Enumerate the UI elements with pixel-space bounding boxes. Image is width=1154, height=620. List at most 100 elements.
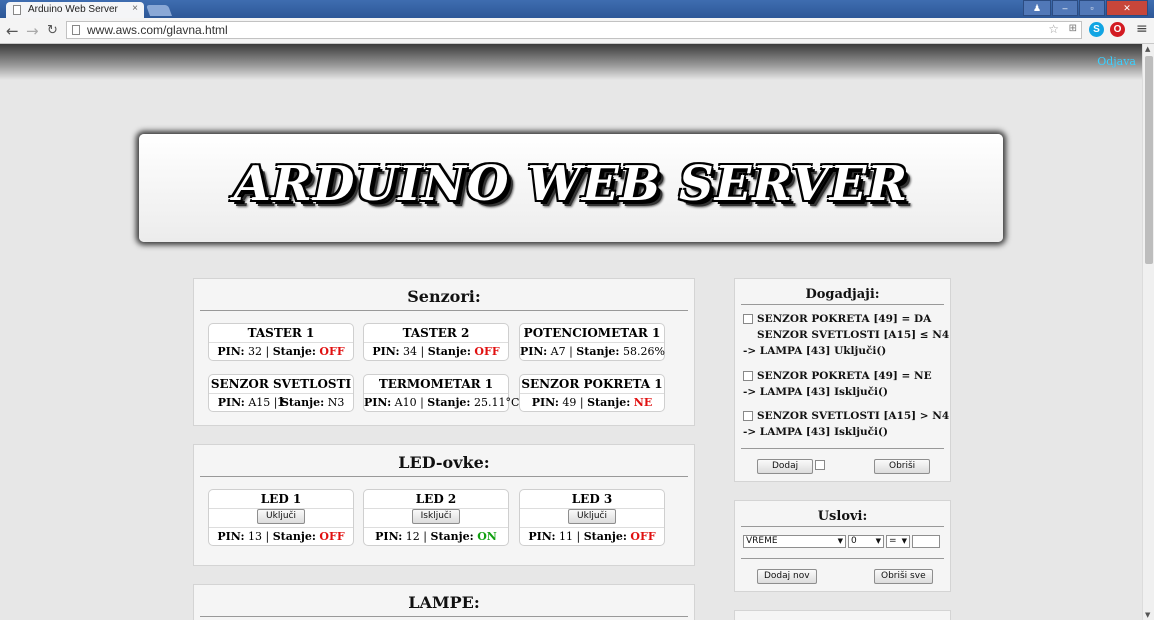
- page-viewport: Odjava ARDUINO WEB SERVER Senzori: TASTE…: [0, 44, 1142, 620]
- dropdown-arrow-icon: ▼: [901, 537, 907, 545]
- tab-title: Arduino Web Server: [28, 4, 118, 15]
- sensor-name: POTENCIOMETAR 1: [520, 324, 664, 343]
- window-controls: ♟ – ▫ ✕: [1023, 0, 1148, 16]
- select-all-checkbox[interactable]: [815, 460, 825, 470]
- scroll-up-icon[interactable]: ▲: [1145, 45, 1150, 53]
- lamps-panel: LAMPE:: [193, 584, 695, 620]
- sensor-info: PIN: A15 | Stanje: N3: [217, 396, 345, 409]
- delete-all-conditions-button[interactable]: Obriši sve: [874, 569, 933, 584]
- sensor-state: NE: [633, 396, 653, 409]
- led-name: LED 2: [364, 490, 508, 509]
- add-event-button[interactable]: Dodaj: [757, 459, 814, 474]
- sensor-state: N3: [327, 396, 345, 409]
- address-bar[interactable]: www.aws.com/glavna.html ☆ ⊞: [66, 21, 1082, 39]
- led-toggle-button[interactable]: Isključi: [411, 509, 461, 524]
- leds-panel: LED-ovke: LED 1 Uključi PIN: 13 | Stanje…: [193, 444, 695, 566]
- url-text: www.aws.com/glavna.html: [87, 23, 228, 37]
- led-state: ON: [477, 530, 497, 543]
- sensor-name: SENZOR POKRETA 1: [520, 375, 664, 394]
- led-toggle-button[interactable]: Uključi: [568, 509, 616, 524]
- sensor-state: 25.11°C: [474, 396, 520, 409]
- event-checkbox[interactable]: [743, 314, 753, 324]
- event-item: SENZOR POKRETA [49] = DA SENZOR SVETLOST…: [743, 313, 950, 357]
- sensor-name: TASTER 2: [364, 324, 508, 343]
- led-state: OFF: [630, 530, 656, 543]
- divider: [741, 448, 944, 449]
- conditions-title: Uslovi:: [741, 509, 944, 527]
- sensor-info: PIN: A10 | Stanje: 25.11°C: [364, 396, 520, 409]
- reload-icon[interactable]: ↻: [47, 23, 58, 38]
- led-card: LED 3 Uključi PIN: 11 | Stanje: OFF: [519, 489, 665, 546]
- browser-toolbar: ← → ↻ www.aws.com/glavna.html ☆ ⊞ S O ≡: [0, 18, 1154, 44]
- led-info: PIN: 13 | Stanje: OFF: [217, 530, 345, 543]
- window-titlebar: Arduino Web Server × ♟ – ▫ ✕: [0, 0, 1154, 18]
- sensor-state: OFF: [319, 345, 345, 358]
- restore-button[interactable]: ▫: [1079, 0, 1105, 16]
- condition-type-select[interactable]: VREME ▼: [743, 535, 846, 548]
- led-info: PIN: 11 | Stanje: OFF: [528, 530, 656, 543]
- forward-icon[interactable]: →: [26, 22, 39, 40]
- sensor-name: TASTER 1: [209, 324, 353, 343]
- banner-title: ARDUINO WEB SERVER: [233, 156, 909, 212]
- sensor-card: TERMOMETAR 1 PIN: A10 | Stanje: 25.11°C: [363, 374, 520, 412]
- sensor-info: PIN: A7 | Stanje: 58.26%: [520, 345, 665, 358]
- led-info: PIN: 12 | Stanje: ON: [375, 530, 497, 543]
- opera-icon[interactable]: O: [1110, 22, 1125, 37]
- sensor-card: SENZOR POKRETA 1 PIN: 49 | Stanje: NE: [519, 374, 665, 412]
- condition-input[interactable]: [912, 535, 940, 548]
- sensors-title: Senzori:: [200, 287, 688, 311]
- leds-title: LED-ovke:: [200, 453, 688, 477]
- divider: [741, 558, 944, 559]
- condition-operator-select[interactable]: = ▼: [886, 535, 910, 548]
- back-icon[interactable]: ←: [6, 22, 19, 40]
- close-tab-icon[interactable]: ×: [132, 3, 138, 14]
- scroll-thumb[interactable]: [1145, 56, 1153, 264]
- led-card: LED 2 Isključi PIN: 12 | Stanje: ON: [363, 489, 509, 546]
- sensor-card: TASTER 1 PIN: 32 | Stanje: OFF: [208, 323, 354, 361]
- page-icon: [13, 5, 21, 15]
- bookmark-star-icon[interactable]: ☆: [1048, 22, 1059, 36]
- lamps-title: LAMPE:: [200, 593, 688, 617]
- dropdown-arrow-icon: ▼: [875, 537, 881, 545]
- next-panel: [734, 610, 951, 620]
- sensor-state: 58.26%: [623, 345, 665, 358]
- event-checkbox[interactable]: [743, 371, 753, 381]
- sensors-panel: Senzori: TASTER 1 PIN: 32 | Stanje: OFF …: [193, 278, 695, 426]
- led-toggle-button[interactable]: Uključi: [257, 509, 305, 524]
- top-band: [0, 44, 1142, 80]
- skype-icon[interactable]: S: [1089, 22, 1104, 37]
- profile-icon[interactable]: ♟: [1023, 0, 1051, 16]
- sensor-info: PIN: 49 | Stanje: NE: [531, 396, 653, 409]
- add-condition-button[interactable]: Dodaj nov: [757, 569, 817, 584]
- delete-event-button[interactable]: Obriši: [874, 459, 931, 474]
- event-item: SENZOR POKRETA [49] = NE -> LAMPA [43] I…: [743, 370, 932, 398]
- sensor-card: SENZOR SVETLOSTI 1 PIN: A15 | Stanje: N3: [208, 374, 354, 412]
- vertical-scrollbar[interactable]: ▲ ▼: [1142, 44, 1154, 620]
- browser-tab[interactable]: Arduino Web Server ×: [6, 2, 144, 18]
- close-window-button[interactable]: ✕: [1106, 0, 1148, 16]
- logout-link[interactable]: Odjava: [1097, 55, 1136, 68]
- minimize-button[interactable]: –: [1052, 0, 1078, 16]
- events-title: Dogadjaji:: [741, 287, 944, 305]
- events-panel: Dogadjaji: SENZOR POKRETA [49] = DA SENZ…: [734, 278, 951, 482]
- banner: ARDUINO WEB SERVER: [139, 134, 1003, 242]
- led-name: LED 1: [209, 490, 353, 509]
- led-card: LED 1 Uključi PIN: 13 | Stanje: OFF: [208, 489, 354, 546]
- page-icon: [72, 25, 80, 35]
- event-checkbox[interactable]: [743, 411, 753, 421]
- sensor-card: TASTER 2 PIN: 34 | Stanje: OFF: [363, 323, 509, 361]
- led-name: LED 3: [520, 490, 664, 509]
- sensor-info: PIN: 32 | Stanje: OFF: [217, 345, 345, 358]
- new-tab-button[interactable]: [145, 5, 173, 16]
- translate-icon[interactable]: ⊞: [1069, 23, 1077, 34]
- conditions-panel: Uslovi: VREME ▼ 0 ▼ = ▼ Dodaj nov Obriši sv…: [734, 500, 951, 592]
- condition-value-select[interactable]: 0 ▼: [848, 535, 884, 548]
- sensor-name: SENZOR SVETLOSTI 1: [209, 377, 353, 409]
- scroll-down-icon[interactable]: ▼: [1145, 611, 1150, 619]
- sensor-info: PIN: 34 | Stanje: OFF: [372, 345, 500, 358]
- dropdown-arrow-icon: ▼: [837, 537, 843, 545]
- event-item: SENZOR SVETLOSTI [A15] > N4 -> LAMPA [43…: [743, 410, 950, 438]
- menu-icon[interactable]: ≡: [1136, 21, 1148, 37]
- sensor-card: POTENCIOMETAR 1 PIN: A7 | Stanje: 58.26%: [519, 323, 665, 361]
- sensor-name: TERMOMETAR 1: [364, 375, 508, 394]
